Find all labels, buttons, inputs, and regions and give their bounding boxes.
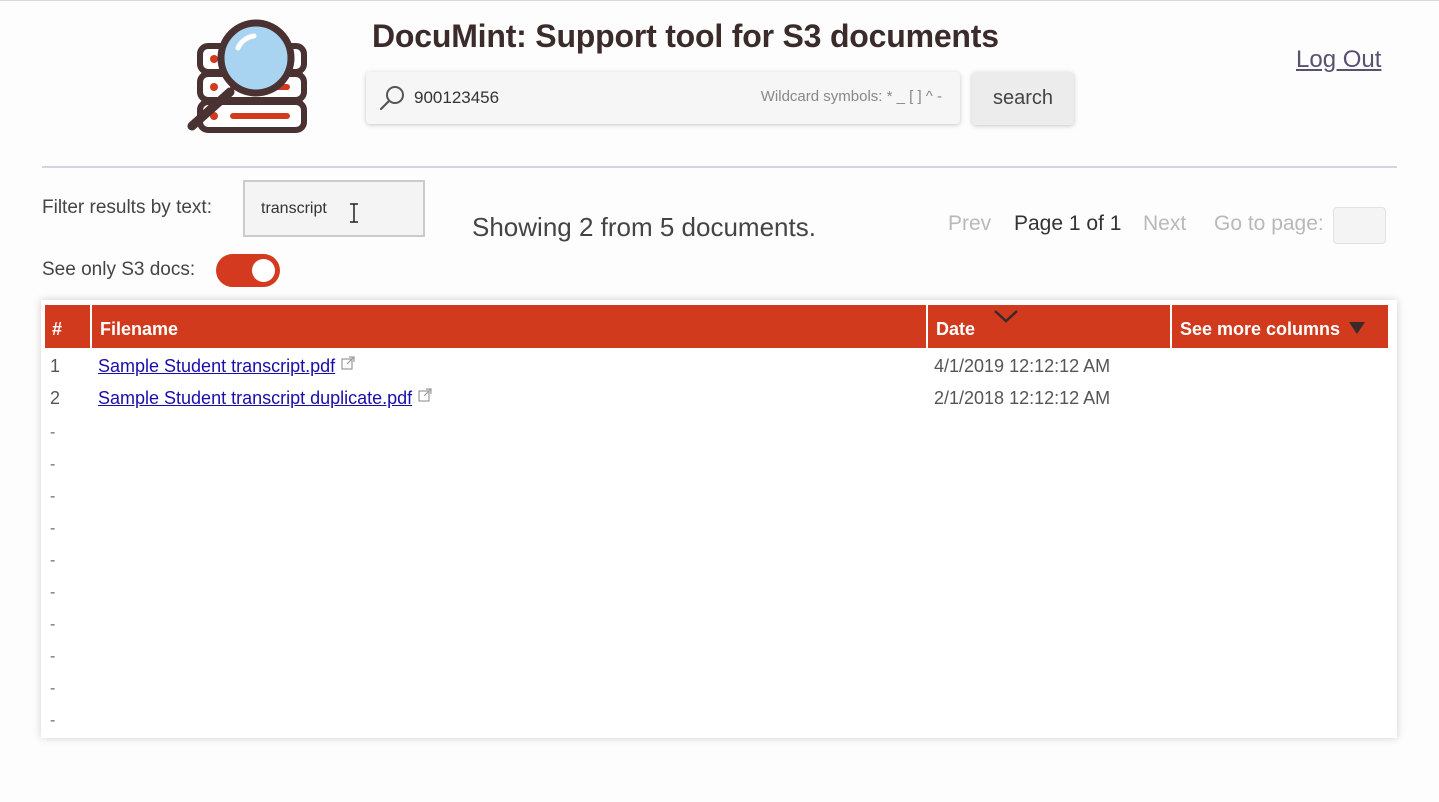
s3-toggle-label: See only S3 docs: (42, 259, 196, 280)
filename-link[interactable]: Sample Student transcript.pdf (98, 356, 355, 377)
documents-magnifier-logo-icon (187, 19, 307, 133)
filter-input-value: transcript (261, 200, 327, 217)
column-header-number: # (45, 305, 92, 348)
search-icon (379, 86, 404, 111)
empty-row-marker: - (50, 520, 56, 537)
top-border (0, 0, 1439, 1)
goto-page-input[interactable] (1333, 207, 1386, 244)
empty-row-marker: - (50, 488, 56, 505)
app-title: DocuMint: Support tool for S3 documents (372, 18, 999, 54)
search-button[interactable]: search (972, 72, 1074, 125)
text-cursor-icon (350, 203, 358, 223)
search-input[interactable] (414, 82, 714, 114)
goto-page-label: Go to page: (1214, 212, 1324, 235)
filter-text-input[interactable]: transcript (243, 180, 425, 237)
results-table: # Filename Date See more columns 1 Sample… (41, 300, 1397, 738)
column-header-number-label: # (52, 319, 63, 339)
empty-row-marker: - (50, 616, 56, 633)
next-page-button[interactable]: Next (1143, 212, 1186, 236)
column-header-filename[interactable]: Filename (92, 305, 928, 348)
sort-descending-icon (994, 310, 1018, 323)
empty-row-marker: - (50, 584, 56, 601)
empty-row-marker: - (50, 424, 56, 441)
filename-text: Sample Student transcript.pdf (98, 356, 336, 376)
see-more-columns-label: See more columns (1180, 319, 1341, 339)
logout-link[interactable]: Log Out (1296, 46, 1381, 74)
table-header: # Filename Date See more columns (45, 305, 1388, 348)
search-hint: Wildcard symbols: * _ [ ] ^ - (760, 88, 942, 105)
dropdown-triangle-icon (1349, 322, 1365, 334)
row-number: 2 (50, 388, 61, 408)
table-row: 1 Sample Student transcript.pdf 4/1/2019 1… (41, 356, 1397, 388)
filename-link[interactable]: Sample Student transcript duplicate.pdf (98, 388, 432, 409)
results-summary: Showing 2 from 5 documents. (472, 212, 816, 242)
row-date: 2/1/2018 12:12:12 AM (934, 388, 1111, 408)
prev-page-button[interactable]: Prev (948, 212, 991, 236)
empty-row-marker: - (50, 680, 56, 697)
filename-text: Sample Student transcript duplicate.pdf (98, 388, 413, 408)
toggle-knob (252, 259, 275, 282)
column-header-date[interactable]: Date (928, 305, 1172, 348)
external-link-icon[interactable] (418, 388, 432, 402)
empty-row-marker: - (50, 648, 56, 665)
filter-label: Filter results by text: (42, 197, 212, 218)
search-box[interactable]: Wildcard symbols: * _ [ ] ^ - (366, 72, 960, 124)
see-more-columns-button[interactable]: See more columns (1172, 305, 1388, 348)
empty-row-marker: - (50, 712, 56, 729)
table-row: 2 Sample Student transcript duplicate.pdf… (41, 388, 1397, 420)
header-divider (42, 166, 1397, 168)
empty-row-marker: - (50, 552, 56, 569)
external-link-icon[interactable] (341, 356, 355, 370)
column-header-date-label: Date (936, 319, 976, 339)
empty-row-marker: - (50, 456, 56, 473)
page-indicator: Page 1 of 1 (1014, 212, 1122, 235)
s3-only-toggle[interactable] (216, 254, 280, 287)
row-number: 1 (50, 356, 61, 376)
column-header-filename-label: Filename (100, 319, 179, 339)
row-date: 4/1/2019 12:12:12 AM (934, 356, 1111, 376)
